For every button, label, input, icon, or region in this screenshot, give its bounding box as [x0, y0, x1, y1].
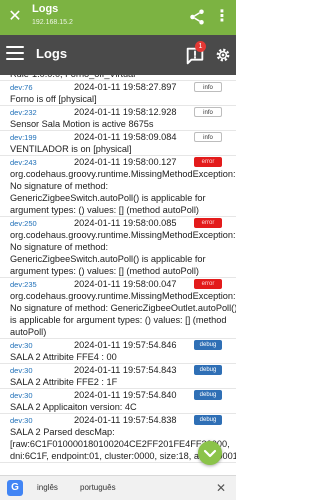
log-timestamp: 2024-01-11 19:58:00.047 [74, 279, 177, 289]
more-options-icon[interactable]: ⋮ [214, 8, 230, 26]
log-timestamp: 2024-01-11 19:58:27.897 [74, 82, 177, 92]
log-level-badge: info [194, 107, 222, 117]
log-list[interactable]: Rule-1.0.0.0, Forno_off_Virtual dev:76 202… [0, 75, 236, 475]
log-timestamp: 2024-01-11 19:58:09.084 [74, 132, 177, 142]
log-timestamp: 2024-01-11 19:57:54.838 [74, 415, 177, 425]
log-entry: dev:232 2024-01-11 19:58:12.928 info Sensor… [0, 106, 236, 131]
menu-icon[interactable] [6, 46, 24, 64]
app-title: Logs [32, 3, 59, 15]
log-message: SALA 2 Parsed descMap: [10, 427, 115, 437]
translate-to-language[interactable]: português [80, 483, 116, 492]
page-title: Logs [36, 46, 68, 61]
log-level-badge: debug [194, 390, 222, 400]
log-timestamp: 2024-01-11 19:58:12.928 [74, 107, 177, 117]
log-entry-header: dev:199 2024-01-11 19:58:09.084 info [10, 131, 236, 143]
log-message: No signature of method: [10, 181, 109, 191]
log-entry: dev:30 2024-01-11 19:57:54.846 debug SALA 2… [0, 339, 236, 364]
log-level-badge: debug [194, 365, 222, 375]
log-entry: dev:250 2024-01-11 19:58:00.085 error org.c… [0, 217, 236, 278]
log-device-link[interactable]: dev:199 [10, 133, 37, 142]
log-device-link[interactable]: dev:30 [10, 366, 33, 375]
log-message: org.codehaus.groovy.runtime.MissingMetho… [10, 291, 236, 301]
log-entry-header: dev:243 2024-01-11 19:58:00.127 error [10, 156, 236, 168]
log-message: argument types: () values: [] (method au… [10, 266, 199, 276]
translate-from-language[interactable]: inglês [37, 483, 58, 492]
log-timestamp: 2024-01-11 19:57:54.840 [74, 390, 177, 400]
log-entry: dev:243 2024-01-11 19:58:00.127 error org.c… [0, 156, 236, 217]
log-message: Forno is off [physical] [10, 94, 97, 104]
log-level-badge: debug [194, 415, 222, 425]
google-translate-icon[interactable]: G [7, 480, 23, 496]
close-translate-icon[interactable]: ✕ [214, 481, 228, 495]
log-device-link[interactable]: dev:232 [10, 108, 37, 117]
log-level-badge: info [194, 82, 222, 92]
log-message: autoPoll) [10, 327, 47, 337]
log-level-badge: error [194, 279, 222, 289]
log-entry-header: dev:30 2024-01-11 19:57:54.838 debug [10, 414, 236, 426]
log-entry: dev:30 2024-01-11 19:57:54.840 debug SALA 2… [0, 389, 236, 414]
log-message: GenericZigbeeSwitch.autoPoll() is applic… [10, 254, 206, 264]
log-message: SALA 2 Attribite FFE4 : 00 [10, 352, 117, 362]
log-entry: dev:235 2024-01-11 19:58:00.047 error org.c… [0, 278, 236, 339]
log-entry-header: dev:250 2024-01-11 19:58:00.085 error [10, 217, 236, 229]
log-message: SALA 2 Applicaiton version: 4C [10, 402, 137, 412]
log-device-link[interactable]: dev:30 [10, 391, 33, 400]
log-entry-header: dev:232 2024-01-11 19:58:12.928 info [10, 106, 236, 118]
log-timestamp: 2024-01-11 19:58:00.085 [74, 218, 177, 228]
log-entry-header: dev:235 2024-01-11 19:58:00.047 error [10, 278, 236, 290]
log-message: Rule-1.0.0.0, Forno_off_Virtual [10, 75, 236, 80]
log-entry: dev:30 2024-01-11 19:57:54.843 debug SALA 2… [0, 364, 236, 389]
translate-bar: G inglês português ✕ [0, 475, 236, 500]
log-message: org.codehaus.groovy.runtime.MissingMetho… [10, 230, 236, 240]
log-device-link[interactable]: dev:243 [10, 158, 37, 167]
log-entry-header: dev:30 2024-01-11 19:57:54.846 debug [10, 339, 236, 351]
scroll-down-button[interactable] [198, 441, 222, 465]
gear-icon[interactable] [214, 46, 232, 64]
share-icon[interactable] [188, 8, 206, 26]
log-device-link[interactable]: dev:235 [10, 280, 37, 289]
log-entry-header: dev:30 2024-01-11 19:57:54.843 debug [10, 364, 236, 376]
app-header: ✕ Logs 192.168.15.2 ⋮ [0, 0, 236, 35]
log-timestamp: 2024-01-11 19:57:54.846 [74, 340, 177, 350]
log-timestamp: 2024-01-11 19:58:00.127 [74, 157, 177, 167]
log-message: No signature of method: [10, 242, 109, 252]
close-icon[interactable]: ✕ [6, 8, 24, 26]
log-message: VENTILADOR is on [physical] [10, 144, 132, 154]
log-level-badge: info [194, 132, 222, 142]
log-entry: dev:199 2024-01-11 19:58:09.084 info VENTIL… [0, 131, 236, 156]
log-device-link[interactable]: dev:250 [10, 219, 37, 228]
log-entry-header: dev:76 2024-01-11 19:58:27.897 info [10, 81, 236, 93]
log-level-badge: debug [194, 340, 222, 350]
log-message: SALA 2 Attribite FFE2 : 1F [10, 377, 118, 387]
log-level-badge: error [194, 218, 222, 228]
log-message: No signature of method: GenericZigbeeOut… [10, 303, 236, 313]
log-message: GenericZigbeeSwitch.autoPoll() is applic… [10, 193, 206, 203]
page-toolbar: Logs 1 [0, 35, 236, 75]
notification-badge: 1 [195, 41, 206, 52]
log-device-link[interactable]: dev:30 [10, 341, 33, 350]
log-message: org.codehaus.groovy.runtime.MissingMetho… [10, 169, 236, 179]
log-level-badge: error [194, 157, 222, 167]
log-message: is applicable for argument types: () val… [10, 315, 227, 325]
log-device-link[interactable]: dev:30 [10, 416, 33, 425]
log-entry-header: dev:30 2024-01-11 19:57:54.840 debug [10, 389, 236, 401]
log-timestamp: 2024-01-11 19:57:54.843 [74, 365, 177, 375]
log-message: argument types: () values: [] (method au… [10, 205, 199, 215]
app-url: 192.168.15.2 [32, 19, 73, 26]
log-entry: dev:76 2024-01-11 19:58:27.897 info Forno i… [0, 81, 236, 106]
log-message: Sensor Sala Motion is active 8675s [10, 119, 154, 129]
log-device-link[interactable]: dev:76 [10, 83, 33, 92]
